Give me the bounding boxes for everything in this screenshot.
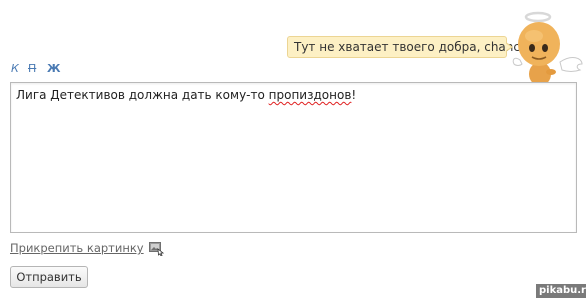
comment-textarea[interactable]: Лига Детективов должна дать кому-то проп… xyxy=(10,82,577,233)
italic-button[interactable]: К xyxy=(11,63,19,75)
motivation-bubble: Тут не хватает твоего добра, chance xyxy=(287,36,527,58)
send-button[interactable]: Отправить xyxy=(10,266,88,288)
attach-picture-link[interactable]: Прикрепить картинку xyxy=(10,241,144,255)
comment-text: Лига Детективов должна дать кому-то проп… xyxy=(16,88,356,102)
attach-picture: Прикрепить картинку xyxy=(10,240,164,257)
bold-button[interactable]: Ж xyxy=(47,63,60,75)
strikethrough-button[interactable]: П xyxy=(28,63,36,75)
bubble-text: Тут не хватает твоего добра, chance xyxy=(294,40,528,54)
misspelled-word: пропиздонов xyxy=(268,88,352,102)
watermark: pikabu.ru xyxy=(536,284,586,298)
comment-text-after: ! xyxy=(351,88,357,102)
picture-icon[interactable] xyxy=(148,241,164,257)
comment-text-before: Лига Детективов должна дать кому-то xyxy=(16,88,269,102)
